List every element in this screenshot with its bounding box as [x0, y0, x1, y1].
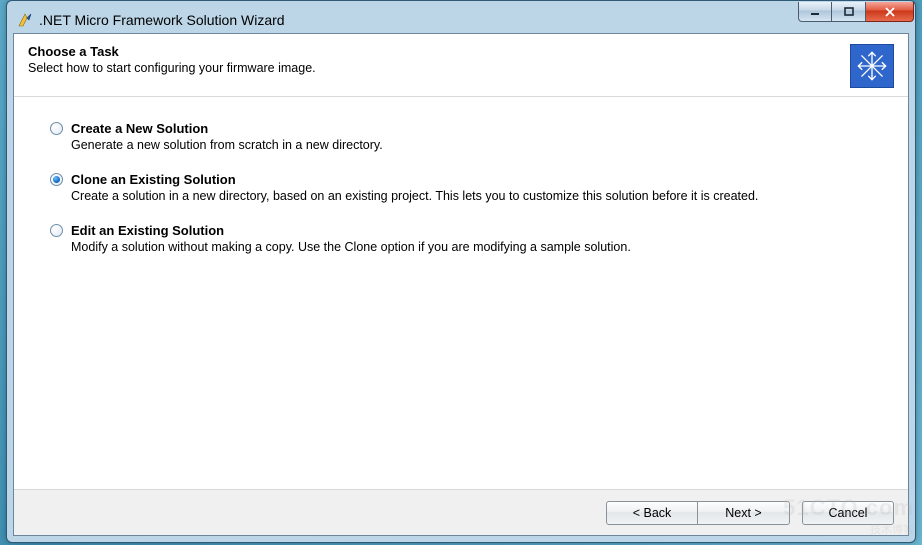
option-description: Modify a solution without making a copy.…: [71, 240, 872, 254]
option-description: Generate a new solution from scratch in …: [71, 138, 872, 152]
page-subtitle: Select how to start configuring your fir…: [28, 61, 840, 75]
option-label: Clone an Existing Solution: [71, 172, 872, 187]
app-icon: [17, 12, 33, 28]
option-label: Create a New Solution: [71, 121, 872, 136]
window-controls: [798, 2, 914, 22]
client-area: Choose a Task Select how to start config…: [13, 33, 909, 536]
title-bar[interactable]: .NET Micro Framework Solution Wizard: [13, 7, 909, 33]
minimize-button[interactable]: [798, 2, 832, 22]
cancel-button[interactable]: Cancel: [802, 501, 894, 525]
back-button[interactable]: < Back: [606, 501, 698, 525]
close-icon: [884, 7, 896, 17]
minimize-icon: [809, 7, 821, 17]
radio-icon[interactable]: [50, 122, 63, 135]
wizard-footer: < Back Next > Cancel: [14, 489, 908, 535]
radio-icon[interactable]: [50, 173, 63, 186]
wizard-content: Create a New Solution Generate a new sol…: [14, 97, 908, 489]
wizard-window: .NET Micro Framework Solution Wizard Cho…: [6, 0, 916, 543]
next-button[interactable]: Next >: [698, 501, 790, 525]
page-title: Choose a Task: [28, 44, 840, 59]
option-clone-existing[interactable]: Clone an Existing Solution Create a solu…: [50, 172, 872, 203]
option-edit-existing[interactable]: Edit an Existing Solution Modify a solut…: [50, 223, 872, 254]
close-button[interactable]: [866, 2, 914, 22]
option-create-new[interactable]: Create a New Solution Generate a new sol…: [50, 121, 872, 152]
wizard-logo: [850, 44, 894, 88]
maximize-button[interactable]: [832, 2, 866, 22]
window-title: .NET Micro Framework Solution Wizard: [39, 12, 907, 28]
radio-icon[interactable]: [50, 224, 63, 237]
wizard-header: Choose a Task Select how to start config…: [14, 34, 908, 96]
snowflake-icon: [855, 49, 889, 83]
option-description: Create a solution in a new directory, ba…: [71, 189, 872, 203]
option-label: Edit an Existing Solution: [71, 223, 872, 238]
maximize-icon: [843, 7, 855, 17]
